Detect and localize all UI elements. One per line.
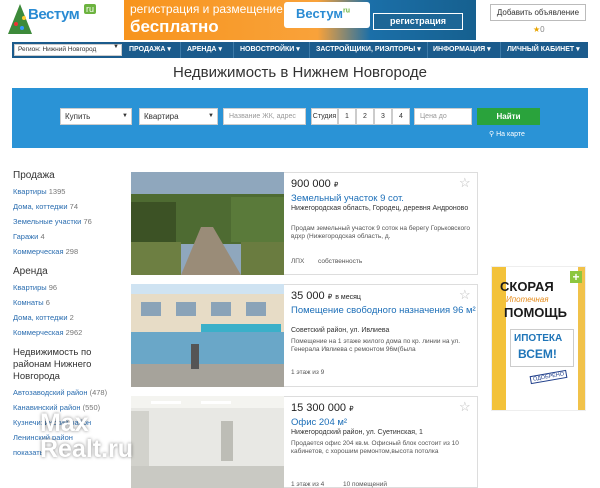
watermark: Max Realt.ru xyxy=(40,409,134,463)
listing-tag: 1 этаж из 9 xyxy=(291,369,325,376)
listing-photo[interactable] xyxy=(131,172,284,275)
listing-title[interactable]: Офис 204 м² xyxy=(291,418,476,428)
chevron-down-icon: ▾ xyxy=(167,46,171,53)
listing-photo[interactable] xyxy=(131,284,284,387)
favorite-star-icon[interactable]: ☆ xyxy=(459,175,471,191)
ad-line5: ВСЕМ! xyxy=(518,347,557,361)
find-button[interactable]: Найти xyxy=(477,108,540,125)
nav-new-buildings[interactable]: НОВОСТРОЙКИ ▾ xyxy=(240,42,300,58)
sidebar-link[interactable]: Дома, коттеджи 74 xyxy=(13,202,78,211)
sidebar-link[interactable]: Дома, коттеджи 2 xyxy=(13,313,74,322)
banner-register-button[interactable]: регистрация xyxy=(373,13,463,30)
sidebar-link[interactable]: Гаражи 4 xyxy=(13,232,45,241)
listing-address: Нижегородская область, Городец, деревня … xyxy=(291,205,469,212)
listing-desc: Продам земельный участок 9 соток на бере… xyxy=(291,225,470,240)
sidebar-rent-title: Аренда xyxy=(13,266,48,277)
listing-desc: Помещение на 1 этаже жилого дома по кр. … xyxy=(291,338,461,353)
listing-tag: 10 помещений xyxy=(343,481,387,488)
ad-line2: Ипотечная xyxy=(506,295,549,304)
nav-developers[interactable]: ЗАСТРОЙЩИКИ, РИЭЛТОРЫ ▾ xyxy=(316,42,421,58)
nav-sale[interactable]: ПРОДАЖА ▾ xyxy=(129,42,171,58)
chevron-down-icon: ▾ xyxy=(487,46,491,53)
chevron-down-icon: ▼ xyxy=(208,113,214,119)
rooms-2[interactable]: 2 xyxy=(356,108,374,125)
logo-text[interactable]: Вестум xyxy=(28,6,80,23)
price-input[interactable]: Цена до xyxy=(414,108,472,125)
sidebar-link[interactable]: Комнаты 6 xyxy=(13,298,50,307)
sidebar-link[interactable]: Коммерческая 298 xyxy=(13,247,78,256)
type-select[interactable]: Квартира ▼ xyxy=(139,108,218,125)
plus-icon: + xyxy=(570,271,582,283)
nav-divider xyxy=(427,42,428,58)
page-title: Недвижимость в Нижнем Новгороде xyxy=(173,64,427,81)
map-link[interactable]: ⚲ На карте xyxy=(489,130,525,138)
favorite-star-icon[interactable]: ☆ xyxy=(459,399,471,415)
listing-address: Советский район, ул. Ивлиева xyxy=(291,327,390,334)
rooms-1[interactable]: 1 xyxy=(338,108,356,125)
favorites-counter[interactable]: ★0 xyxy=(533,25,545,34)
listing-address: Нижегородский район, ул. Суетинская, 1 xyxy=(291,429,423,436)
nav-divider xyxy=(500,42,501,58)
nav-info[interactable]: ИНФОРМАЦИЯ ▾ xyxy=(433,42,491,58)
chevron-down-icon: ▾ xyxy=(296,46,300,53)
sidebar-sale-title: Продажа xyxy=(13,170,55,181)
chevron-down-icon: ▾ xyxy=(218,46,222,53)
rooms-4[interactable]: 4 xyxy=(392,108,410,125)
ad-line4: ИПОТЕКА xyxy=(514,333,563,344)
rooms-3[interactable]: 3 xyxy=(374,108,392,125)
nav-divider xyxy=(180,42,181,58)
listing-price: 15 300 000 ₽ xyxy=(291,402,354,414)
nav-divider xyxy=(309,42,310,58)
search-input[interactable]: Название ЖК, адрес xyxy=(223,108,306,125)
sidebar-link[interactable]: Автозаводский район (478) xyxy=(13,388,107,397)
logo-suffix: ru xyxy=(84,4,97,14)
add-listing-button[interactable]: Добавить объявление xyxy=(490,4,586,21)
sidebar-districts-title: Недвижимость по районам Нижнего Новгород… xyxy=(13,347,92,382)
listing-photo[interactable] xyxy=(131,396,284,488)
chevron-down-icon: ▾ xyxy=(417,46,421,53)
listing-tag: собственность xyxy=(318,258,363,265)
sidebar-show-more[interactable]: показать xyxy=(13,448,44,457)
ad-stamp: ОДОБРЕНО xyxy=(529,369,568,385)
listing-desc: Продается офис 204 кв.м. Офисный блок со… xyxy=(291,440,459,455)
chevron-down-icon: ▾ xyxy=(576,46,580,53)
sidebar-link[interactable]: Квартиры 96 xyxy=(13,283,57,292)
chevron-down-icon: ▼ xyxy=(113,44,119,50)
listing-tag: 1 этаж из 4 xyxy=(291,481,325,488)
favorite-star-icon[interactable]: ☆ xyxy=(459,287,471,303)
sidebar-link[interactable]: Земельные участки 76 xyxy=(13,217,92,226)
sidebar-link[interactable]: Квартиры 1395 xyxy=(13,187,65,196)
nav-rent[interactable]: АРЕНДА ▾ xyxy=(187,42,222,58)
deal-select[interactable]: Купить ▼ xyxy=(60,108,132,125)
banner-logo: Вестумru xyxy=(296,6,351,21)
listing-tag: ЛПХ xyxy=(291,258,305,265)
banner-line1: регистрация и размещение xyxy=(130,2,283,16)
mortgage-ad[interactable]: + СКОРАЯ Ипотечная ПОМОЩЬ ИПОТЕКА ВСЕМ! … xyxy=(491,266,586,411)
sidebar-link[interactable]: Коммерческая 2962 xyxy=(13,328,82,337)
rooms-studio[interactable]: Студия xyxy=(311,108,338,125)
ad-line1: СКОРАЯ xyxy=(500,279,554,294)
region-select[interactable]: Регион: Нижний Новгород xyxy=(14,44,122,56)
listing-title[interactable]: Помещение свободного назначения 96 м² xyxy=(291,306,476,316)
ad-building xyxy=(578,267,585,410)
nav-divider xyxy=(233,42,234,58)
chevron-down-icon: ▼ xyxy=(122,113,128,119)
ad-line3: ПОМОЩЬ xyxy=(504,305,567,320)
nav-account[interactable]: ЛИЧНЫЙ КАБИНЕТ ▾ xyxy=(507,42,580,58)
banner-line2: бесплатно xyxy=(130,17,219,36)
listing-price: 900 000 ₽ xyxy=(291,178,339,190)
map-pin-icon: ⚲ xyxy=(489,131,495,138)
listing-title[interactable]: Земельный участок 9 сот. xyxy=(291,194,476,204)
listing-price: 35 000 ₽ в месяц xyxy=(291,290,361,302)
